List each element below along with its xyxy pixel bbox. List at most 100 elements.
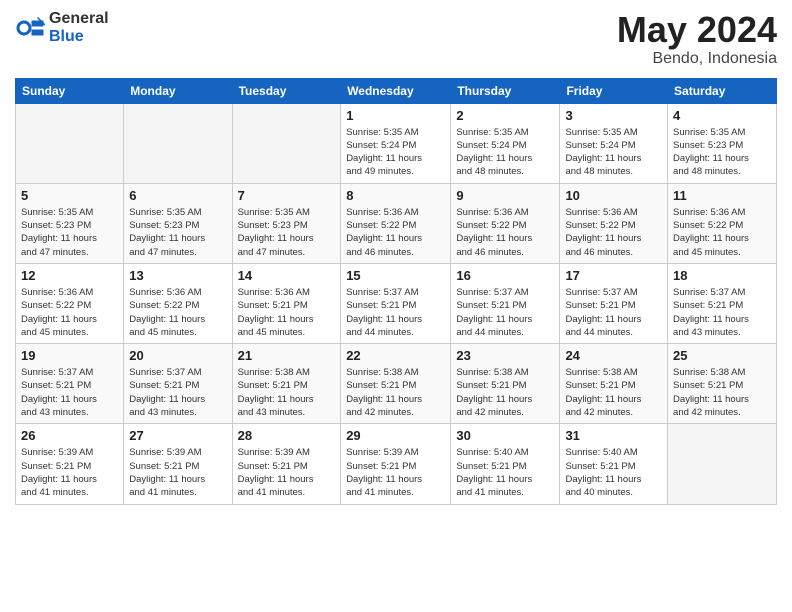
calendar-cell: 20 Sunrise: 5:37 AM Sunset: 5:21 PM Dayli… <box>124 344 232 424</box>
calendar-cell: 4 Sunrise: 5:35 AM Sunset: 5:23 PM Daylig… <box>668 103 777 183</box>
calendar-table: SundayMondayTuesdayWednesdayThursdayFrid… <box>15 78 777 505</box>
calendar-cell: 15 Sunrise: 5:37 AM Sunset: 5:21 PM Dayli… <box>341 263 451 343</box>
day-number: 6 <box>129 188 226 203</box>
calendar-cell: 9 Sunrise: 5:36 AM Sunset: 5:22 PM Daylig… <box>451 183 560 263</box>
day-info: Sunrise: 5:38 AM Sunset: 5:21 PM Dayligh… <box>565 366 662 419</box>
day-header-monday: Monday <box>124 78 232 103</box>
calendar-cell: 23 Sunrise: 5:38 AM Sunset: 5:21 PM Dayli… <box>451 344 560 424</box>
day-info: Sunrise: 5:35 AM Sunset: 5:23 PM Dayligh… <box>238 206 336 259</box>
day-number: 12 <box>21 268 118 283</box>
logo: General Blue <box>15 10 109 45</box>
day-info: Sunrise: 5:39 AM Sunset: 5:21 PM Dayligh… <box>21 446 118 499</box>
day-info: Sunrise: 5:37 AM Sunset: 5:21 PM Dayligh… <box>129 366 226 419</box>
day-info: Sunrise: 5:37 AM Sunset: 5:21 PM Dayligh… <box>346 286 445 339</box>
day-info: Sunrise: 5:36 AM Sunset: 5:22 PM Dayligh… <box>673 206 771 259</box>
day-number: 18 <box>673 268 771 283</box>
calendar-cell: 21 Sunrise: 5:38 AM Sunset: 5:21 PM Dayli… <box>232 344 341 424</box>
calendar-cell <box>16 103 124 183</box>
day-info: Sunrise: 5:35 AM Sunset: 5:24 PM Dayligh… <box>346 126 445 179</box>
day-number: 4 <box>673 108 771 123</box>
day-number: 30 <box>456 428 554 443</box>
month-title: May 2024 <box>617 10 777 50</box>
day-number: 8 <box>346 188 445 203</box>
calendar-cell: 30 Sunrise: 5:40 AM Sunset: 5:21 PM Dayli… <box>451 424 560 504</box>
day-info: Sunrise: 5:38 AM Sunset: 5:21 PM Dayligh… <box>673 366 771 419</box>
title-block: May 2024 Bendo, Indonesia <box>617 10 777 68</box>
calendar-cell: 16Sunrise: 5:37 AM Sunset: 5:21 PM Dayli… <box>451 263 560 343</box>
calendar-cell: 31Sunrise: 5:40 AM Sunset: 5:21 PM Dayli… <box>560 424 668 504</box>
calendar-cell: 22Sunrise: 5:38 AM Sunset: 5:21 PM Dayli… <box>341 344 451 424</box>
calendar-cell: 6 Sunrise: 5:35 AM Sunset: 5:23 PM Daylig… <box>124 183 232 263</box>
calendar-cell <box>668 424 777 504</box>
day-number: 7 <box>238 188 336 203</box>
calendar-cell: 10Sunrise: 5:36 AM Sunset: 5:22 PM Dayli… <box>560 183 668 263</box>
day-number: 21 <box>238 348 336 363</box>
day-number: 16 <box>456 268 554 283</box>
calendar-cell: 28Sunrise: 5:39 AM Sunset: 5:21 PM Dayli… <box>232 424 341 504</box>
day-info: Sunrise: 5:38 AM Sunset: 5:21 PM Dayligh… <box>238 366 336 419</box>
day-info: Sunrise: 5:39 AM Sunset: 5:21 PM Dayligh… <box>129 446 226 499</box>
location: Bendo, Indonesia <box>617 50 777 68</box>
day-info: Sunrise: 5:37 AM Sunset: 5:21 PM Dayligh… <box>21 366 118 419</box>
calendar-cell: 25Sunrise: 5:38 AM Sunset: 5:21 PM Dayli… <box>668 344 777 424</box>
day-info: Sunrise: 5:39 AM Sunset: 5:21 PM Dayligh… <box>346 446 445 499</box>
calendar-cell: 17 Sunrise: 5:37 AM Sunset: 5:21 PM Dayli… <box>560 263 668 343</box>
day-number: 17 <box>565 268 662 283</box>
day-info: Sunrise: 5:35 AM Sunset: 5:24 PM Dayligh… <box>565 126 662 179</box>
day-number: 20 <box>129 348 226 363</box>
header: General Blue May 2024 Bendo, Indonesia <box>15 10 777 68</box>
logo-icon <box>15 13 45 43</box>
day-number: 19 <box>21 348 118 363</box>
day-number: 31 <box>565 428 662 443</box>
day-info: Sunrise: 5:37 AM Sunset: 5:21 PM Dayligh… <box>673 286 771 339</box>
day-header-wednesday: Wednesday <box>341 78 451 103</box>
calendar-week-4: 19 Sunrise: 5:37 AM Sunset: 5:21 PM Dayli… <box>16 344 777 424</box>
day-header-thursday: Thursday <box>451 78 560 103</box>
day-number: 9 <box>456 188 554 203</box>
day-number: 13 <box>129 268 226 283</box>
day-info: Sunrise: 5:38 AM Sunset: 5:21 PM Dayligh… <box>346 366 445 419</box>
day-info: Sunrise: 5:36 AM Sunset: 5:22 PM Dayligh… <box>456 206 554 259</box>
calendar-cell: 26Sunrise: 5:39 AM Sunset: 5:21 PM Dayli… <box>16 424 124 504</box>
calendar-cell: 1 Sunrise: 5:35 AM Sunset: 5:24 PM Daylig… <box>341 103 451 183</box>
day-header-sunday: Sunday <box>16 78 124 103</box>
day-number: 2 <box>456 108 554 123</box>
calendar-cell: 7 Sunrise: 5:35 AM Sunset: 5:23 PM Daylig… <box>232 183 341 263</box>
day-info: Sunrise: 5:35 AM Sunset: 5:23 PM Dayligh… <box>129 206 226 259</box>
calendar-cell: 14Sunrise: 5:36 AM Sunset: 5:21 PM Dayli… <box>232 263 341 343</box>
calendar-cell: 27Sunrise: 5:39 AM Sunset: 5:21 PM Dayli… <box>124 424 232 504</box>
day-info: Sunrise: 5:36 AM Sunset: 5:22 PM Dayligh… <box>346 206 445 259</box>
calendar-week-3: 12 Sunrise: 5:36 AM Sunset: 5:22 PM Dayli… <box>16 263 777 343</box>
logo-general: General <box>49 10 109 28</box>
header-row: SundayMondayTuesdayWednesdayThursdayFrid… <box>16 78 777 103</box>
calendar-week-1: 1 Sunrise: 5:35 AM Sunset: 5:24 PM Daylig… <box>16 103 777 183</box>
calendar-cell: 19 Sunrise: 5:37 AM Sunset: 5:21 PM Dayli… <box>16 344 124 424</box>
calendar-cell: 3 Sunrise: 5:35 AM Sunset: 5:24 PM Daylig… <box>560 103 668 183</box>
day-info: Sunrise: 5:40 AM Sunset: 5:21 PM Dayligh… <box>456 446 554 499</box>
day-info: Sunrise: 5:37 AM Sunset: 5:21 PM Dayligh… <box>565 286 662 339</box>
day-number: 28 <box>238 428 336 443</box>
day-info: Sunrise: 5:38 AM Sunset: 5:21 PM Dayligh… <box>456 366 554 419</box>
day-info: Sunrise: 5:36 AM Sunset: 5:22 PM Dayligh… <box>129 286 226 339</box>
day-number: 23 <box>456 348 554 363</box>
calendar-cell: 8 Sunrise: 5:36 AM Sunset: 5:22 PM Daylig… <box>341 183 451 263</box>
calendar-cell <box>232 103 341 183</box>
day-number: 5 <box>21 188 118 203</box>
calendar-cell: 12 Sunrise: 5:36 AM Sunset: 5:22 PM Dayli… <box>16 263 124 343</box>
day-number: 3 <box>565 108 662 123</box>
calendar-cell: 11Sunrise: 5:36 AM Sunset: 5:22 PM Dayli… <box>668 183 777 263</box>
logo-text: General Blue <box>49 10 109 45</box>
day-number: 1 <box>346 108 445 123</box>
calendar-cell <box>124 103 232 183</box>
day-info: Sunrise: 5:35 AM Sunset: 5:23 PM Dayligh… <box>673 126 771 179</box>
logo-blue: Blue <box>49 28 109 46</box>
page-container: General Blue May 2024 Bendo, Indonesia S… <box>0 0 792 520</box>
day-number: 29 <box>346 428 445 443</box>
calendar-cell: 24 Sunrise: 5:38 AM Sunset: 5:21 PM Dayli… <box>560 344 668 424</box>
day-info: Sunrise: 5:36 AM Sunset: 5:22 PM Dayligh… <box>565 206 662 259</box>
day-info: Sunrise: 5:36 AM Sunset: 5:22 PM Dayligh… <box>21 286 118 339</box>
calendar-week-2: 5 Sunrise: 5:35 AM Sunset: 5:23 PM Daylig… <box>16 183 777 263</box>
day-number: 24 <box>565 348 662 363</box>
day-header-tuesday: Tuesday <box>232 78 341 103</box>
day-number: 15 <box>346 268 445 283</box>
